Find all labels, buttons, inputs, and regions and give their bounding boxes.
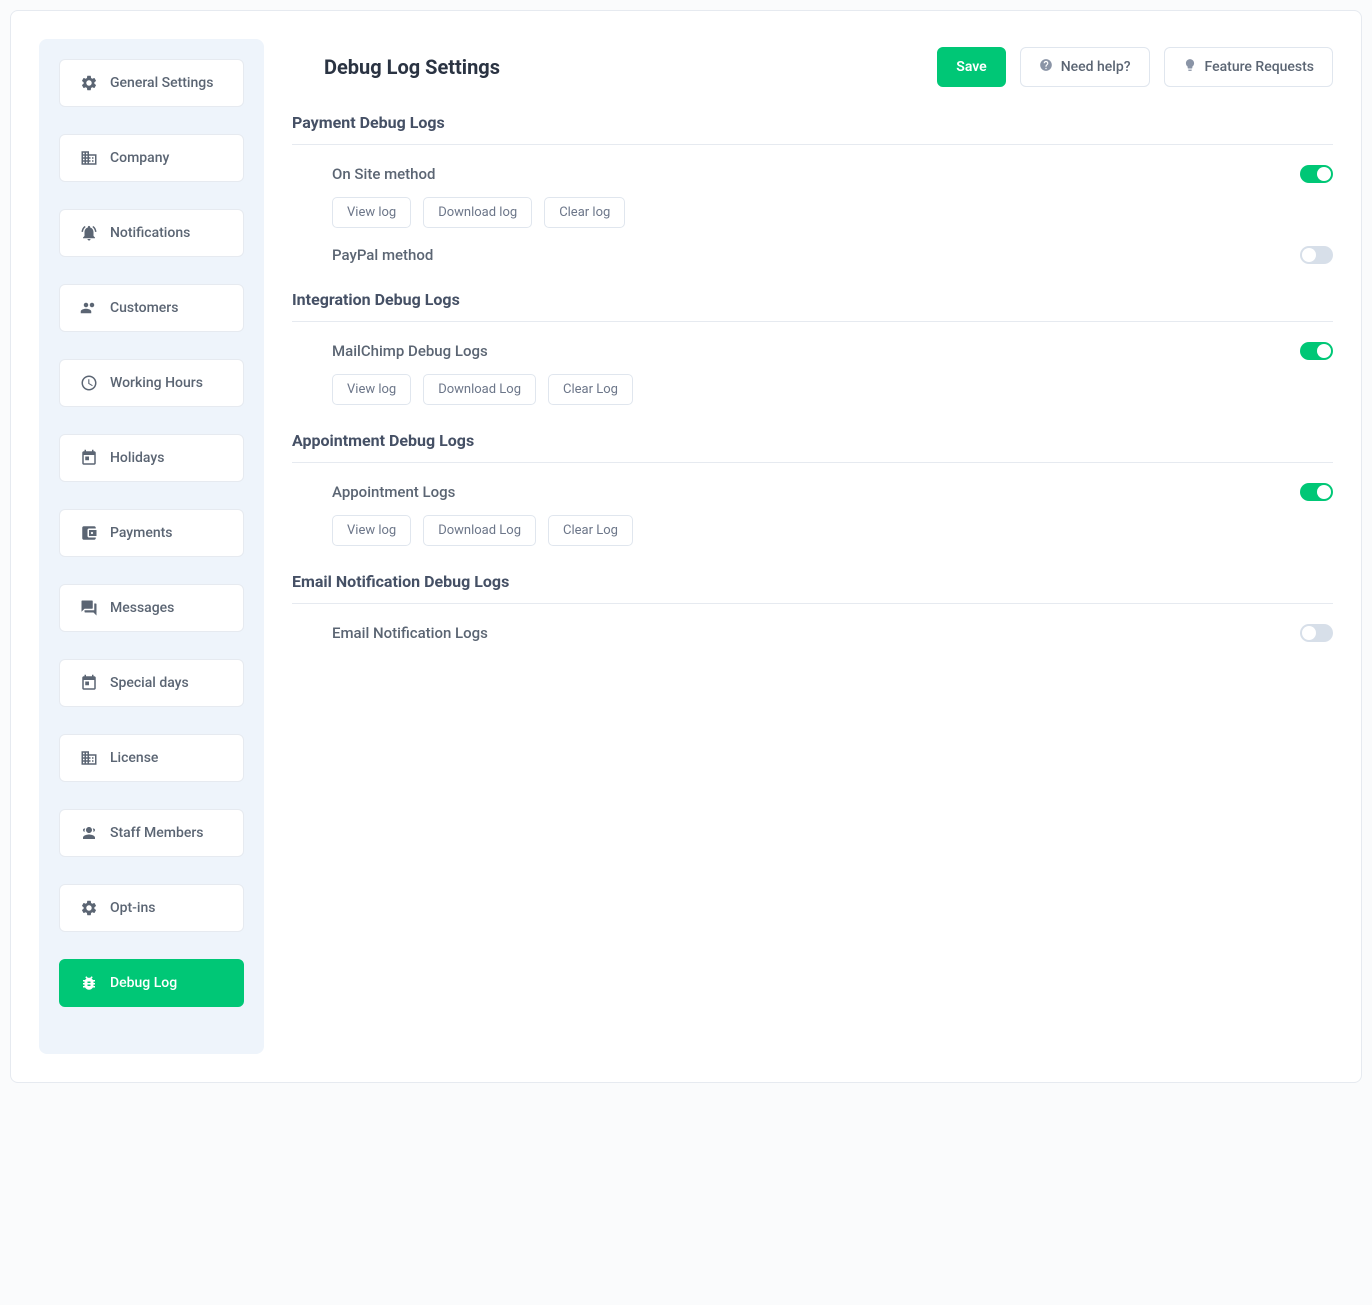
download-log-button[interactable]: Download Log (423, 515, 536, 546)
log-item-title: On Site method (332, 165, 435, 183)
feature-requests-label: Feature Requests (1205, 59, 1314, 75)
sidebar-item-special-days[interactable]: Special days (59, 659, 244, 707)
section: Payment Debug Logs On Site method View log… (292, 113, 1333, 264)
log-item-title: PayPal method (332, 246, 433, 264)
sidebar-item-label: Staff Members (110, 825, 204, 841)
log-item: MailChimp Debug Logs View log Download Log… (292, 342, 1333, 405)
save-button[interactable]: Save (937, 47, 1005, 87)
sidebar-item-label: Holidays (110, 450, 164, 466)
sidebar-item-payments[interactable]: Payments (59, 509, 244, 557)
settings-sidebar: General Settings Company Notifications Cust… (39, 39, 264, 1054)
calendar-icon (80, 449, 98, 467)
sidebar-item-staff-members[interactable]: Staff Members (59, 809, 244, 857)
sidebar-item-label: General Settings (110, 75, 213, 91)
sidebar-item-working-hours[interactable]: Working Hours (59, 359, 244, 407)
feature-requests-button[interactable]: Feature Requests (1164, 47, 1333, 87)
sidebar-item-label: Debug Log (110, 975, 177, 991)
gear-icon (80, 74, 98, 92)
sidebar-item-messages[interactable]: Messages (59, 584, 244, 632)
log-item: Email Notification Logs (292, 624, 1333, 642)
section: Email Notification Debug Logs Email Notif… (292, 572, 1333, 642)
gear-icon (80, 899, 98, 917)
sidebar-item-label: Messages (110, 600, 174, 616)
sidebar-item-opt-ins[interactable]: Opt-ins (59, 884, 244, 932)
need-help-label: Need help? (1061, 59, 1131, 75)
sidebar-item-customers[interactable]: Customers (59, 284, 244, 332)
sidebar-item-label: Payments (110, 525, 173, 541)
group-icon (80, 824, 98, 842)
section-title: Integration Debug Logs (292, 290, 1333, 322)
log-item: PayPal method (292, 246, 1333, 264)
sidebar-item-label: Customers (110, 300, 178, 316)
sidebar-item-debug-log[interactable]: Debug Log (59, 959, 244, 1007)
toggle-switch[interactable] (1300, 342, 1333, 360)
download-log-button[interactable]: Download log (423, 197, 532, 228)
sidebar-item-label: License (110, 750, 158, 766)
page-header: Debug Log Settings Save Need help? Featu… (292, 47, 1333, 87)
sidebar-item-label: Company (110, 150, 169, 166)
bug-icon (80, 974, 98, 992)
wallet-icon (80, 524, 98, 542)
log-item-title: Email Notification Logs (332, 624, 488, 642)
section-title: Appointment Debug Logs (292, 431, 1333, 463)
toggle-switch[interactable] (1300, 165, 1333, 183)
sidebar-item-company[interactable]: Company (59, 134, 244, 182)
bell-icon (80, 224, 98, 242)
log-item-title: MailChimp Debug Logs (332, 342, 488, 360)
view-log-button[interactable]: View log (332, 374, 411, 405)
toggle-switch[interactable] (1300, 624, 1333, 642)
clear-log-button[interactable]: Clear Log (548, 515, 633, 546)
chat-icon (80, 599, 98, 617)
calendar-icon (80, 674, 98, 692)
need-help-button[interactable]: Need help? (1020, 47, 1150, 87)
sidebar-item-notifications[interactable]: Notifications (59, 209, 244, 257)
help-icon (1039, 58, 1053, 76)
clear-log-button[interactable]: Clear Log (548, 374, 633, 405)
sidebar-item-label: Opt-ins (110, 900, 156, 916)
toggle-switch[interactable] (1300, 483, 1333, 501)
toggle-switch[interactable] (1300, 246, 1333, 264)
building-icon (80, 149, 98, 167)
view-log-button[interactable]: View log (332, 197, 411, 228)
people-icon (80, 299, 98, 317)
sidebar-item-label: Notifications (110, 225, 190, 241)
download-log-button[interactable]: Download Log (423, 374, 536, 405)
sidebar-item-label: Special days (110, 675, 189, 691)
clock-icon (80, 374, 98, 392)
section-title: Payment Debug Logs (292, 113, 1333, 145)
sidebar-item-label: Working Hours (110, 375, 203, 391)
log-item: Appointment Logs View log Download Log Clea… (292, 483, 1333, 546)
log-item-title: Appointment Logs (332, 483, 455, 501)
sidebar-item-holidays[interactable]: Holidays (59, 434, 244, 482)
page-title: Debug Log Settings (324, 55, 500, 79)
building-icon (80, 749, 98, 767)
log-item: On Site method View log Download log Clear … (292, 165, 1333, 228)
clear-log-button[interactable]: Clear log (544, 197, 625, 228)
sidebar-item-license[interactable]: License (59, 734, 244, 782)
section: Integration Debug Logs MailChimp Debug Lo… (292, 290, 1333, 405)
section-title: Email Notification Debug Logs (292, 572, 1333, 604)
section: Appointment Debug Logs Appointment Logs Vi… (292, 431, 1333, 546)
lightbulb-icon (1183, 58, 1197, 76)
view-log-button[interactable]: View log (332, 515, 411, 546)
sidebar-item-general-settings[interactable]: General Settings (59, 59, 244, 107)
